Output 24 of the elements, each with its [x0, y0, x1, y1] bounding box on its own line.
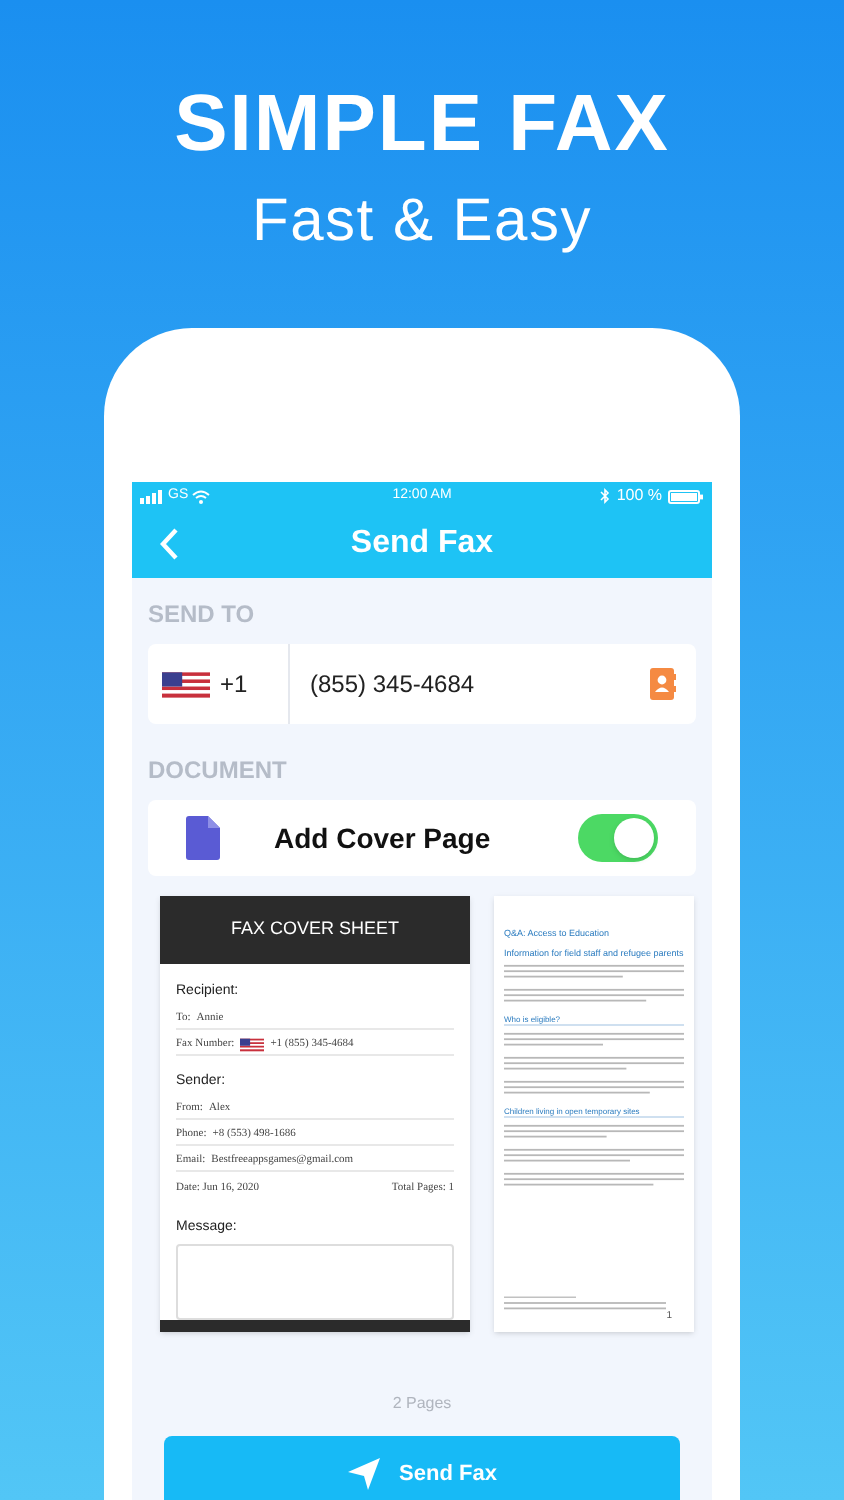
country-code: +1 — [220, 668, 248, 702]
cover-page-toggle[interactable] — [578, 814, 658, 862]
section-label: DOCUMENT — [148, 754, 289, 788]
screen-title: Send Fax — [350, 524, 494, 564]
battery-percent: 100 % — [616, 484, 662, 508]
battery-icon — [668, 489, 704, 503]
paper-plane-icon — [347, 1458, 380, 1490]
us-flag-icon — [240, 1037, 265, 1052]
phone-number-field[interactable]: (855) 345-4684 — [290, 644, 696, 724]
cover-sheet-header: FAX COVER SHEET — [160, 896, 470, 965]
cover-page-label: Add Cover Page — [274, 819, 493, 858]
wifi-icon — [192, 489, 211, 503]
bluetooth-icon — [600, 488, 611, 504]
phone-number: (855) 345-4684 — [310, 668, 475, 702]
section-label: SEND TO — [148, 598, 257, 632]
headline: SIMPLE FAX — [174, 84, 670, 164]
subtitle: Fast & Easy — [252, 192, 592, 252]
back-icon[interactable] — [160, 528, 178, 560]
us-flag-icon — [162, 671, 210, 697]
signal-icon — [140, 489, 164, 503]
country-code-picker[interactable]: +1 — [148, 644, 290, 724]
contact-book-icon[interactable] — [650, 668, 676, 700]
page-count: 2 Pages — [392, 1392, 452, 1416]
document-icon — [186, 816, 220, 860]
